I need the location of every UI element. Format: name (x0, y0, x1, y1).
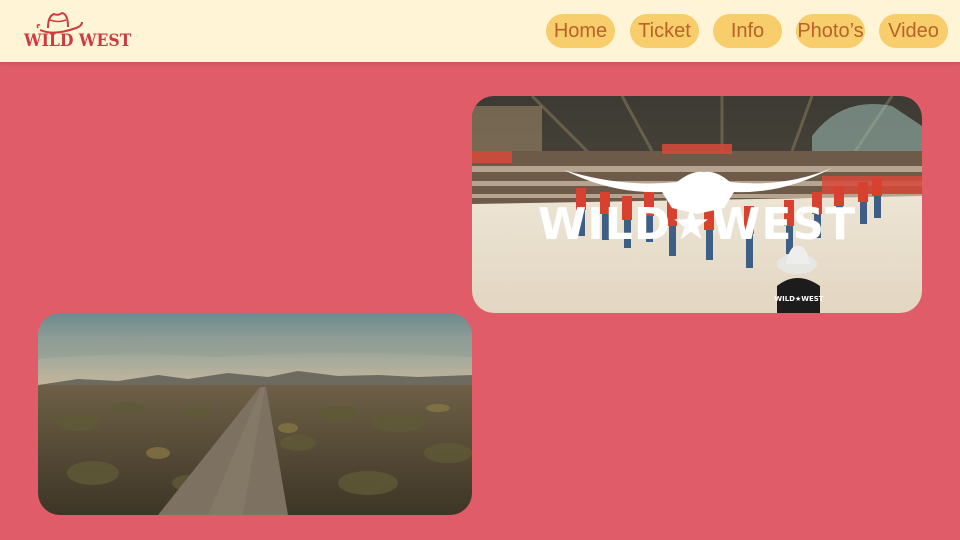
event-photo[interactable]: WILD★WEST WILD★WEST (472, 96, 922, 313)
nav-info-button[interactable]: Info (713, 14, 782, 48)
nav-home-button[interactable]: Home (546, 14, 615, 48)
nav-ticket-button[interactable]: Ticket (630, 14, 699, 48)
logo-text: WILD WEST (24, 31, 132, 51)
nav-photos-button[interactable]: Photo’s (796, 14, 865, 48)
desert-road-photo[interactable] (38, 313, 472, 515)
overlay-logo-text: WILD★WEST (538, 199, 856, 250)
site-header: WILD WEST Home Ticket Info Photo’s Video (0, 0, 960, 62)
nav-video-button[interactable]: Video (879, 14, 948, 48)
shirt-text: WILD★WEST (774, 295, 823, 303)
wild-west-logo[interactable]: WILD WEST (24, 8, 132, 54)
